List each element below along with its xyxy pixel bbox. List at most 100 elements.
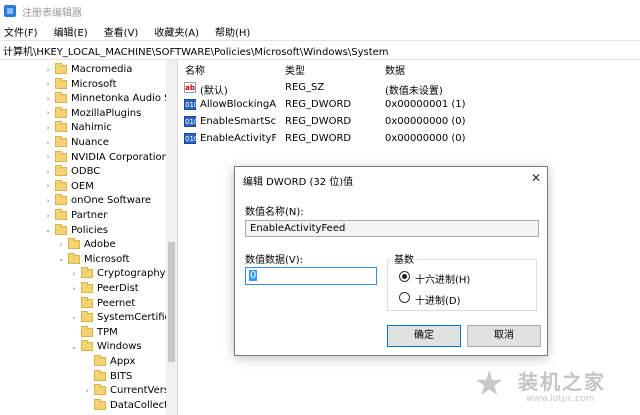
tree-item[interactable]: ⌄ Windows — [70, 339, 142, 354]
tree-scrollbar-thumb[interactable] — [168, 242, 175, 362]
column-header-name[interactable]: 名称 — [185, 62, 205, 77]
tree-item-label: Cryptography — [97, 268, 166, 280]
tree-item[interactable]: › Macromedia — [44, 62, 132, 77]
tree-item[interactable]: › CurrentVers — [83, 383, 169, 398]
column-header-data[interactable]: 数据 — [385, 62, 405, 77]
hex-radio[interactable] — [399, 271, 410, 282]
dword-value-icon: 010 — [184, 116, 199, 127]
value-data: 0x00000000 (0) — [385, 133, 466, 144]
tree-item[interactable]: DataCollect — [83, 398, 168, 413]
folder-icon — [55, 209, 67, 220]
decimal-radio[interactable] — [399, 292, 410, 303]
hex-radio-label[interactable]: 十六进制(H) — [415, 271, 470, 286]
chevron-right-icon[interactable]: › — [44, 197, 52, 205]
regedit-icon — [4, 5, 16, 17]
tree-item-label: Windows — [97, 341, 142, 353]
chevron-right-icon[interactable]: › — [44, 80, 52, 88]
tree-item-label: Microsoft — [71, 78, 117, 90]
tree-item-label: Minnetonka Audio S — [71, 93, 171, 105]
tree-item[interactable]: TPM — [70, 325, 118, 340]
value-row-default[interactable]: ab (默认) REG_SZ (数值未设置) — [180, 80, 640, 97]
chevron-down-icon[interactable]: ⌄ — [44, 226, 52, 234]
tree-item[interactable]: › SystemCertific — [70, 310, 170, 325]
tree-item[interactable]: › PeerDist — [70, 281, 139, 296]
menu-view[interactable]: 查看(V) — [104, 24, 139, 39]
decimal-radio-label[interactable]: 十进制(D) — [415, 292, 461, 307]
tree-item-label: onOne Software — [71, 195, 152, 207]
tree-item[interactable]: › Nahimic — [44, 120, 112, 135]
tree-item[interactable]: › Partner — [44, 208, 107, 223]
tree-item[interactable]: › Minnetonka Audio S — [44, 91, 170, 106]
value-data: 0x00000001 (1) — [385, 99, 466, 110]
chevron-down-icon[interactable]: ⌄ — [70, 343, 78, 351]
value-row-enableactivityfeed[interactable]: 010 EnableActivityFe REG_DWORD 0x0000000… — [180, 131, 640, 147]
tree-item[interactable]: › Adobe — [57, 237, 116, 252]
folder-icon — [55, 121, 67, 133]
chevron-right-icon[interactable]: › — [44, 212, 52, 220]
chevron-right-icon[interactable]: › — [83, 387, 91, 395]
tree-item-label: Appx — [110, 356, 136, 367]
value-data: 0x00000000 (0) — [385, 116, 466, 127]
menu-help[interactable]: 帮助(H) — [215, 24, 250, 39]
value-type: REG_DWORD — [285, 133, 352, 144]
tree-item[interactable]: › NVIDIA Corporation — [44, 150, 168, 165]
tree-item-label: OEM — [71, 180, 94, 192]
folder-icon — [55, 165, 67, 177]
tree-item[interactable]: BITS — [83, 369, 132, 384]
folder-icon — [55, 106, 67, 118]
ok-button[interactable]: 确定 — [387, 325, 461, 347]
value-list-header: 名称 类型 数据 — [180, 60, 640, 78]
chevron-right-icon[interactable]: › — [70, 285, 78, 293]
tree-item[interactable]: ⌄ Policies — [44, 223, 108, 238]
chevron-right-icon[interactable]: › — [57, 241, 65, 249]
tree-item[interactable]: › OEM — [44, 179, 94, 194]
tree-item[interactable]: › Microsoft — [44, 77, 117, 92]
chevron-right-icon[interactable]: › — [44, 139, 52, 147]
menu-favorites[interactable]: 收藏夹(A) — [154, 24, 199, 39]
address-bar[interactable]: 计算机\HKEY_LOCAL_MACHINE\SOFTWARE\Policies… — [0, 40, 640, 60]
close-icon[interactable]: ✕ — [531, 171, 541, 185]
tree-item[interactable]: › MozillaPlugins — [44, 106, 141, 121]
chevron-right-icon[interactable]: › — [70, 314, 78, 322]
value-row-enablesmartscreen[interactable]: 010 EnableSmartScr REG_DWORD 0x00000000 … — [180, 114, 640, 130]
value-row-allowblocking[interactable]: 010 AllowBlockingA... REG_DWORD 0x000000… — [180, 97, 640, 113]
chevron-right-icon[interactable]: › — [44, 66, 52, 74]
chevron-right-icon[interactable]: › — [44, 168, 52, 176]
chevron-right-icon[interactable]: › — [44, 95, 52, 103]
watermark-brand: 装机之家 — [518, 370, 606, 394]
folder-icon — [94, 384, 106, 396]
value-name: AllowBlockingA... — [200, 99, 276, 110]
cancel-button[interactable]: 取消 — [467, 325, 541, 347]
tree-item-label: Policies — [71, 224, 108, 236]
title-bar: 注册表编辑器 — [0, 0, 640, 22]
tree-item-label: Partner — [71, 210, 108, 221]
menu-file[interactable]: 文件(F) — [4, 24, 38, 39]
chevron-right-icon[interactable]: › — [44, 182, 52, 190]
chevron-right-icon[interactable]: › — [44, 109, 52, 117]
value-name-field: EnableActivityFeed — [245, 220, 539, 237]
tree-item[interactable]: Peernet — [70, 296, 135, 311]
tree-item[interactable]: Appx — [83, 354, 135, 369]
tree-item[interactable]: › onOne Software — [44, 193, 151, 208]
tree-item-label: Microsoft — [84, 253, 130, 265]
folder-icon — [81, 296, 93, 308]
key-tree: › Macromedia › Microsoft › Minnetonka Audio S… — [0, 60, 178, 415]
menu-edit[interactable]: 编辑(E) — [54, 24, 88, 39]
value-data-input[interactable]: 0 — [245, 267, 377, 285]
tree-item[interactable]: › ODBC — [44, 164, 100, 179]
tree-item-label: NVIDIA Corporation — [71, 151, 169, 163]
value-name: EnableActivityFe — [200, 133, 276, 144]
folder-icon — [55, 223, 67, 235]
chevron-right-icon[interactable]: › — [44, 124, 52, 132]
folder-icon — [55, 63, 67, 74]
tree-scrollbar[interactable] — [166, 60, 177, 415]
chevron-down-icon[interactable]: ⌄ — [57, 255, 65, 263]
chevron-right-icon[interactable]: › — [44, 153, 52, 161]
column-header-type[interactable]: 类型 — [285, 62, 305, 77]
tree-item[interactable]: › Cryptography — [70, 266, 166, 281]
chevron-right-icon[interactable]: › — [70, 270, 78, 278]
watermark-logo: ★ 装机之家 www.lotpc.com — [468, 360, 636, 412]
tree-item[interactable]: › Nuance — [44, 135, 109, 150]
tree-item[interactable]: ⌄ Microsoft — [57, 252, 130, 267]
watermark-url: www.lotpc.com — [526, 394, 595, 404]
